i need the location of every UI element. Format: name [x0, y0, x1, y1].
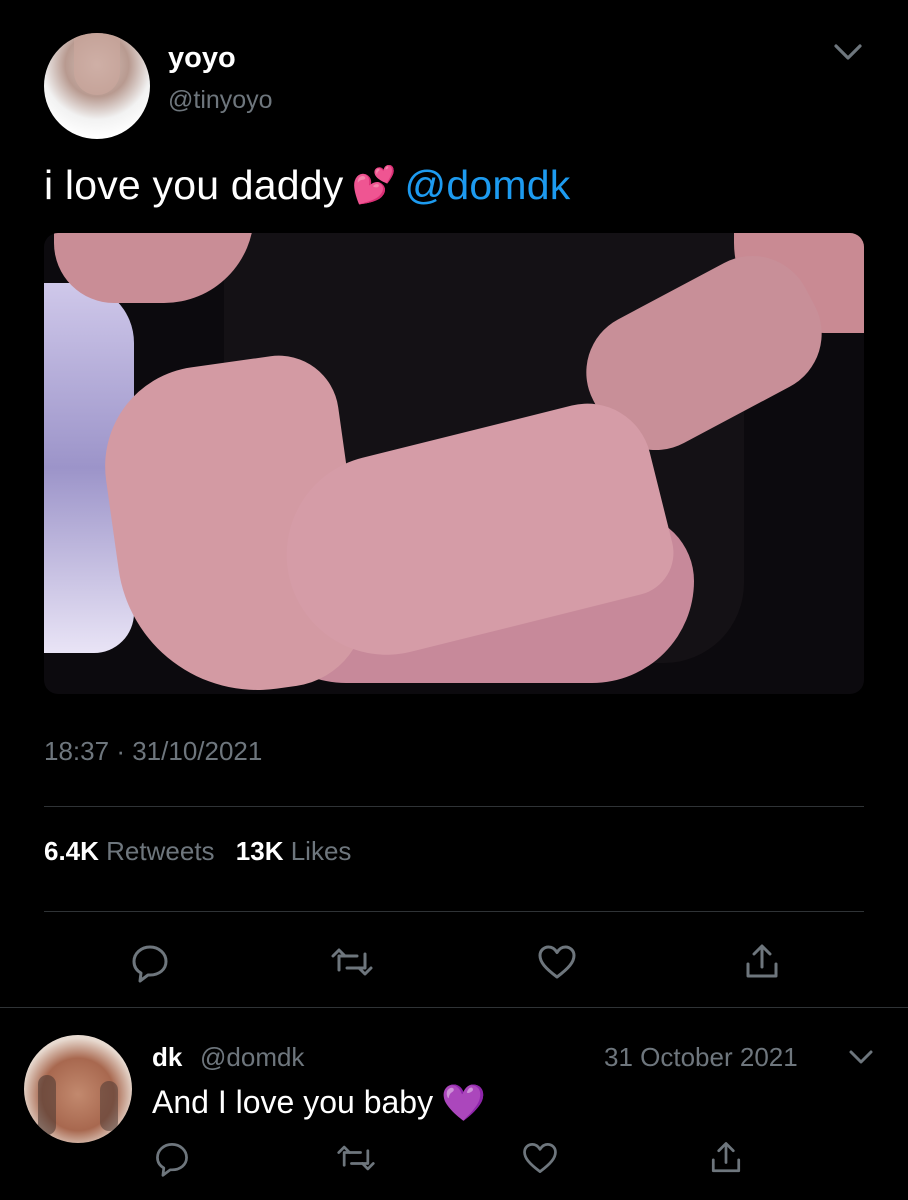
retweet-icon[interactable] [336, 1138, 376, 1178]
divider [44, 911, 864, 912]
reply-author-avatar[interactable] [24, 1035, 132, 1143]
tweet-date: 31/10/2021 [132, 736, 263, 766]
tweet-timestamp: 18:37 · 31/10/2021 [44, 736, 262, 767]
reply-date: 31 October 2021 [604, 1042, 798, 1072]
retweets-label[interactable]: Retweets [106, 836, 214, 866]
reply-tweet[interactable]: dk @domdk 31 October 2021 And I love you… [0, 1008, 908, 1200]
main-tweet: yoyo @tinyoyo i love you daddy 💕 @domdk 18… [0, 0, 908, 1008]
reply-handle[interactable]: @domdk [200, 1042, 304, 1073]
purple-heart-emoji: 💜 [441, 1082, 486, 1123]
mention-link[interactable]: @domdk [405, 162, 571, 208]
author-display-name[interactable]: yoyo [168, 42, 236, 75]
share-icon[interactable] [740, 940, 784, 984]
heart-icon[interactable] [535, 940, 579, 984]
two-hearts-emoji: 💕 [351, 164, 397, 205]
chevron-down-icon[interactable] [830, 34, 866, 70]
tweet-body: i love you daddy [44, 162, 344, 208]
tweet-time: 18:37 [44, 736, 110, 766]
tweet-text: i love you daddy 💕 @domdk [44, 162, 570, 209]
share-icon[interactable] [706, 1138, 746, 1178]
author-handle[interactable]: @tinyoyo [168, 86, 273, 115]
heart-icon[interactable] [520, 1138, 560, 1178]
reply-display-name[interactable]: dk [152, 1042, 182, 1073]
divider [44, 806, 864, 807]
author-avatar[interactable] [44, 33, 150, 139]
tweet-photo[interactable] [44, 233, 864, 694]
retweets-count[interactable]: 6.4K [44, 836, 99, 866]
reply-body: And I love you baby [152, 1084, 434, 1120]
timestamp-separator: · [116, 736, 125, 766]
reply-icon[interactable] [128, 940, 172, 984]
retweet-icon[interactable] [330, 940, 374, 984]
likes-count[interactable]: 13K [236, 836, 284, 866]
engagement-stats: 6.4K Retweets 13K Likes [44, 836, 365, 867]
reply-text: And I love you baby 💜 [152, 1082, 486, 1124]
reply-icon[interactable] [152, 1138, 192, 1178]
chevron-down-icon[interactable] [846, 1042, 876, 1072]
likes-label[interactable]: Likes [291, 836, 352, 866]
